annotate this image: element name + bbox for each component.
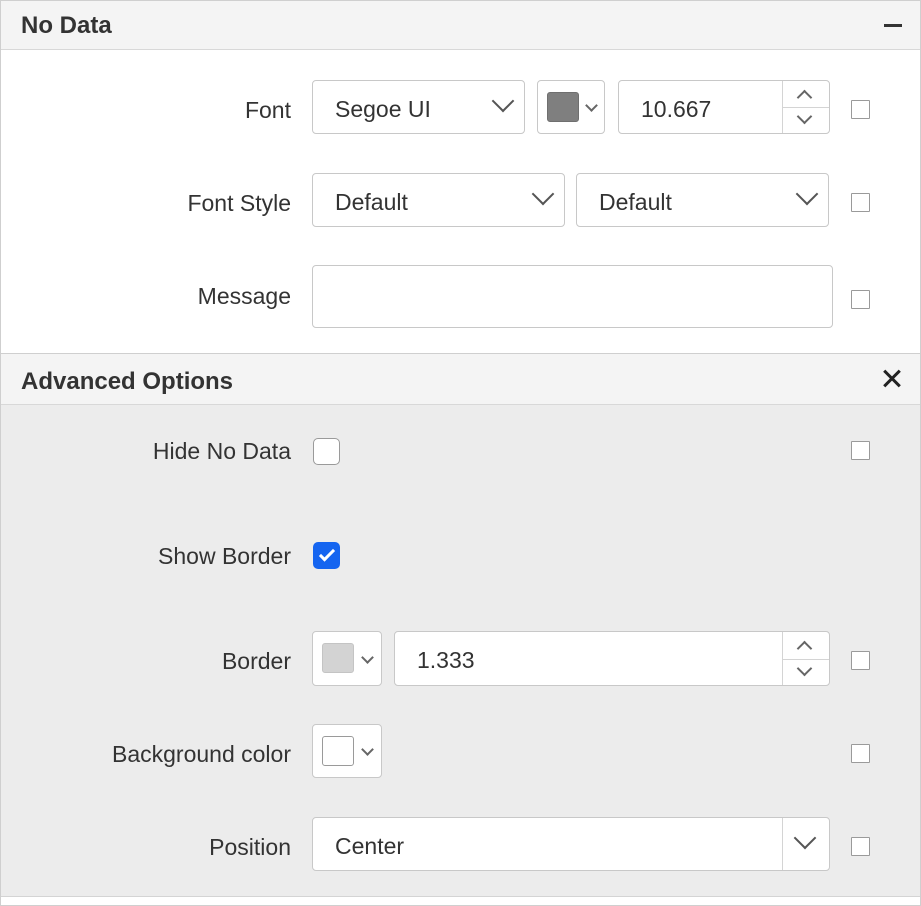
- chevron-down-icon[interactable]: [796, 660, 813, 677]
- font-label: Font: [244, 97, 291, 123]
- show-border-label: Show Border: [158, 543, 291, 569]
- font-style-override-checkbox[interactable]: [851, 193, 870, 212]
- chevron-down-icon[interactable]: [796, 108, 813, 125]
- hide-no-data-checkbox[interactable]: [313, 438, 340, 465]
- font-color-swatch: [547, 92, 579, 122]
- background-color-picker[interactable]: [312, 724, 382, 778]
- chevron-up-icon[interactable]: [796, 640, 813, 657]
- font-style-value: Default: [335, 189, 408, 215]
- dropdown-divider: [782, 818, 783, 870]
- no-data-section-title: No Data: [21, 12, 112, 39]
- background-color-override-checkbox[interactable]: [851, 744, 870, 763]
- spinner-middle-divider: [783, 659, 829, 660]
- message-override-checkbox[interactable]: [851, 290, 870, 309]
- font-family-value: Segoe UI: [335, 96, 431, 122]
- font-family-dropdown[interactable]: Segoe UI: [312, 80, 525, 134]
- font-style-dropdown[interactable]: Default: [312, 173, 565, 227]
- font-style-label: Font Style: [187, 190, 291, 216]
- border-color-picker[interactable]: [312, 631, 382, 686]
- hide-no-data-override-checkbox[interactable]: [851, 441, 870, 460]
- border-override-checkbox[interactable]: [851, 651, 870, 670]
- border-label: Border: [221, 648, 291, 674]
- chevron-down-icon: [585, 99, 598, 112]
- font-size-value[interactable]: 10.667: [641, 96, 711, 123]
- message-label: Message: [197, 283, 291, 309]
- font-weight-value: Default: [599, 189, 672, 215]
- border-color-swatch: [322, 643, 354, 673]
- font-size-numeric[interactable]: 10.667: [618, 80, 830, 134]
- chevron-down-icon: [795, 182, 819, 206]
- position-override-checkbox[interactable]: [851, 837, 870, 856]
- message-input[interactable]: [312, 265, 833, 328]
- hide-no-data-label: Hide No Data: [152, 438, 291, 464]
- chevron-down-icon: [491, 89, 515, 113]
- spinner-middle-divider: [783, 107, 829, 108]
- advanced-options-title: Advanced Options: [21, 368, 234, 395]
- chevron-down-icon: [531, 182, 555, 206]
- position-value: Center: [335, 833, 405, 859]
- close-icon[interactable]: [880, 367, 904, 391]
- background-color-label: Background color: [112, 741, 291, 767]
- chevron-down-icon: [793, 826, 817, 850]
- minus-icon[interactable]: [884, 24, 902, 27]
- checkmark-icon: [318, 545, 336, 562]
- advanced-options-header[interactable]: Advanced Options: [1, 353, 920, 405]
- background-color-swatch: [322, 736, 354, 766]
- font-weight-dropdown[interactable]: Default: [576, 173, 829, 227]
- border-width-value[interactable]: 1.333: [417, 647, 475, 674]
- border-width-numeric[interactable]: 1.333: [394, 631, 830, 686]
- font-override-checkbox[interactable]: [851, 100, 870, 119]
- font-color-picker[interactable]: [537, 80, 605, 134]
- chevron-down-icon: [361, 743, 374, 756]
- chevron-down-icon: [361, 651, 374, 664]
- chevron-up-icon[interactable]: [796, 89, 813, 106]
- position-dropdown[interactable]: Center: [312, 817, 830, 871]
- position-label: Position: [209, 834, 291, 860]
- show-border-checkbox[interactable]: [313, 542, 340, 569]
- no-data-section-header[interactable]: No Data: [1, 1, 920, 50]
